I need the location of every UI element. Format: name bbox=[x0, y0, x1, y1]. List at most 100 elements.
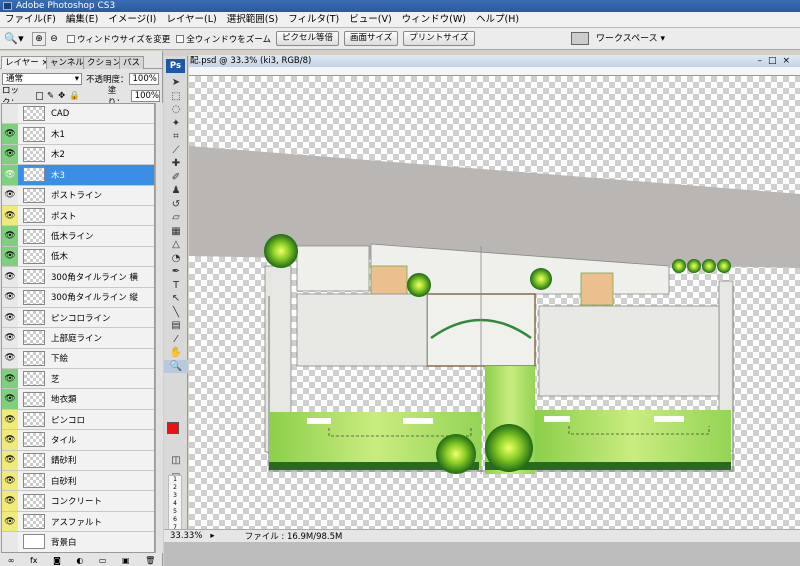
brush-tool-icon[interactable]: ✐ bbox=[164, 171, 188, 185]
adjustment-layer-icon[interactable]: ◐ bbox=[76, 556, 83, 565]
eyedropper-tool-icon[interactable]: ⁄ bbox=[164, 333, 188, 347]
clone-stamp-tool-icon[interactable]: ♟ bbox=[164, 184, 188, 198]
menu-view[interactable]: ビュー(V) bbox=[344, 12, 396, 28]
visibility-eye-icon[interactable]: 👁 bbox=[2, 348, 18, 369]
zoom-all-windows-checkbox[interactable]: 全ウィンドウをズーム bbox=[176, 33, 271, 45]
layers-scrollbar[interactable] bbox=[155, 103, 163, 553]
foreground-color-swatch[interactable] bbox=[167, 422, 179, 434]
workspace-menu[interactable]: ワークスペース ▾ bbox=[596, 31, 665, 44]
hand-tool-icon[interactable]: ✋ bbox=[164, 346, 188, 360]
visibility-eye-icon[interactable] bbox=[2, 532, 18, 552]
menu-image[interactable]: イメージ(I) bbox=[103, 12, 161, 28]
visibility-eye-icon[interactable]: 👁 bbox=[2, 267, 18, 287]
visibility-eye-icon[interactable]: 👁 bbox=[2, 450, 18, 471]
layer-mask-icon[interactable]: ◙ bbox=[53, 556, 61, 565]
visibility-eye-icon[interactable]: 👁 bbox=[2, 389, 18, 409]
zoom-level[interactable]: 33.33% bbox=[170, 531, 202, 541]
visibility-eye-icon[interactable]: 👁 bbox=[2, 328, 18, 348]
type-tool-icon[interactable]: T bbox=[164, 279, 188, 293]
layer-row[interactable]: 👁 地衣類 bbox=[2, 389, 154, 410]
menu-edit[interactable]: 編集(E) bbox=[61, 12, 103, 28]
quick-mask-icon[interactable]: ◫ bbox=[164, 454, 188, 468]
status-menu-icon[interactable]: ▸ bbox=[210, 531, 214, 541]
tab-layers[interactable]: レイヤー × bbox=[1, 56, 53, 69]
canvas[interactable] bbox=[189, 76, 800, 531]
visibility-eye-icon[interactable]: 👁 bbox=[2, 144, 18, 165]
layer-row[interactable]: 👁 タイル bbox=[2, 430, 154, 451]
layer-row[interactable]: CAD bbox=[2, 104, 154, 125]
actual-pixels-button[interactable]: ピクセル等倍 bbox=[276, 31, 340, 46]
layer-row[interactable]: 👁 白砂利 bbox=[2, 471, 154, 492]
layer-row[interactable]: 背景白 bbox=[2, 532, 154, 552]
layer-row[interactable]: 👁 下絵 bbox=[2, 348, 154, 370]
zoom-out-icon[interactable]: ⊖ bbox=[47, 32, 61, 46]
visibility-eye-icon[interactable]: 👁 bbox=[2, 409, 18, 430]
document-switcher-icon[interactable] bbox=[571, 32, 589, 45]
layer-row[interactable]: 👁 低木ライン bbox=[2, 226, 154, 247]
menu-filter[interactable]: フィルタ(T) bbox=[283, 12, 344, 28]
layer-row[interactable]: 👁 低木 bbox=[2, 246, 154, 268]
menu-help[interactable]: ヘルプ(H) bbox=[471, 12, 524, 28]
photoshop-logo[interactable]: Ps bbox=[166, 59, 185, 73]
layer-row[interactable]: 👁 木3 bbox=[2, 165, 154, 186]
slice-tool-icon[interactable]: ⟋ bbox=[164, 144, 188, 158]
visibility-eye-icon[interactable]: 👁 bbox=[2, 226, 18, 246]
zoom-tool-preset-icon[interactable]: 🔍▾ bbox=[4, 31, 24, 47]
visibility-eye-icon[interactable]: 👁 bbox=[2, 165, 18, 185]
visibility-eye-icon[interactable]: 👁 bbox=[2, 491, 18, 511]
move-tool-icon[interactable]: ➤ bbox=[164, 76, 188, 90]
lock-move-icon[interactable]: ✥ bbox=[58, 91, 65, 101]
zoom-tool-icon[interactable]: 🔍 bbox=[164, 359, 188, 373]
blur-tool-icon[interactable]: △ bbox=[164, 238, 188, 252]
history-brush-tool-icon[interactable]: ↺ bbox=[164, 198, 188, 212]
visibility-eye-icon[interactable]: 👁 bbox=[2, 430, 18, 450]
path-selection-tool-icon[interactable]: ↖ bbox=[164, 292, 188, 306]
menu-window[interactable]: ウィンドウ(W) bbox=[397, 12, 471, 28]
layer-row[interactable]: 👁 コンクリート bbox=[2, 491, 154, 512]
lock-paint-icon[interactable]: ✎ bbox=[47, 91, 54, 101]
menu-file[interactable]: ファイル(F) bbox=[0, 12, 61, 28]
magic-wand-tool-icon[interactable]: ✦ bbox=[164, 117, 188, 131]
visibility-eye-icon[interactable]: 👁 bbox=[2, 369, 18, 389]
layer-row[interactable]: 👁 ピンコロライン bbox=[2, 307, 154, 329]
layer-row[interactable]: 👁 ピンコロ bbox=[2, 409, 154, 431]
visibility-eye-icon[interactable]: 👁 bbox=[2, 471, 18, 491]
visibility-eye-icon[interactable]: 👁 bbox=[2, 287, 18, 307]
menu-layer[interactable]: レイヤー(L) bbox=[161, 12, 221, 28]
link-layers-icon[interactable]: ∞ bbox=[8, 556, 15, 565]
healing-brush-tool-icon[interactable]: ✚ bbox=[164, 157, 188, 171]
layer-row[interactable]: 👁 木2 bbox=[2, 144, 154, 166]
tab-channels[interactable]: ャンネル bbox=[46, 56, 88, 69]
visibility-eye-icon[interactable]: 👁 bbox=[2, 511, 18, 532]
notes-tool-icon[interactable]: ▤ bbox=[164, 319, 188, 333]
dodge-tool-icon[interactable]: ◔ bbox=[164, 252, 188, 266]
visibility-eye-icon[interactable]: 👁 bbox=[2, 205, 18, 226]
tab-paths[interactable]: パス bbox=[119, 56, 145, 69]
new-layer-icon[interactable]: ▣ bbox=[122, 556, 130, 565]
pen-tool-icon[interactable]: ✒ bbox=[164, 265, 188, 279]
zoom-in-icon[interactable]: ⊕ bbox=[32, 31, 46, 46]
layer-row[interactable]: 👁 300角タイルライン 縦 bbox=[2, 287, 154, 308]
document-window-controls[interactable]: –□× bbox=[757, 55, 796, 67]
new-group-icon[interactable]: ▭ bbox=[99, 556, 107, 565]
layer-row[interactable]: 👁 上部庭ライン bbox=[2, 328, 154, 349]
layer-style-icon[interactable]: fx bbox=[30, 556, 38, 565]
eraser-tool-icon[interactable]: ▱ bbox=[164, 211, 188, 225]
print-size-button[interactable]: プリントサイズ bbox=[403, 31, 475, 46]
line-tool-icon[interactable]: ╲ bbox=[164, 306, 188, 320]
lock-all-icon[interactable]: 🔒 bbox=[69, 91, 80, 101]
trash-icon[interactable]: 🗑 bbox=[145, 556, 155, 565]
opacity-input[interactable]: 100% bbox=[128, 73, 159, 85]
visibility-eye-icon[interactable]: 👁 bbox=[2, 307, 18, 328]
menu-select[interactable]: 選択範囲(S) bbox=[222, 12, 283, 28]
layer-row[interactable]: 👁 錆砂利 bbox=[2, 450, 154, 472]
layer-row[interactable]: 👁 ポスト bbox=[2, 205, 154, 227]
layer-row[interactable]: 👁 芝 bbox=[2, 369, 154, 390]
layer-row[interactable]: 👁 木1 bbox=[2, 124, 154, 145]
layer-row[interactable]: 👁 ポストライン bbox=[2, 185, 154, 206]
fit-screen-button[interactable]: 画面サイズ bbox=[344, 31, 399, 46]
visibility-eye-icon[interactable]: 👁 bbox=[2, 185, 18, 205]
visibility-eye-icon[interactable]: 👁 bbox=[2, 246, 18, 267]
layer-row[interactable]: 👁 アスファルト bbox=[2, 511, 154, 533]
visibility-eye-icon[interactable]: 👁 bbox=[2, 124, 18, 144]
